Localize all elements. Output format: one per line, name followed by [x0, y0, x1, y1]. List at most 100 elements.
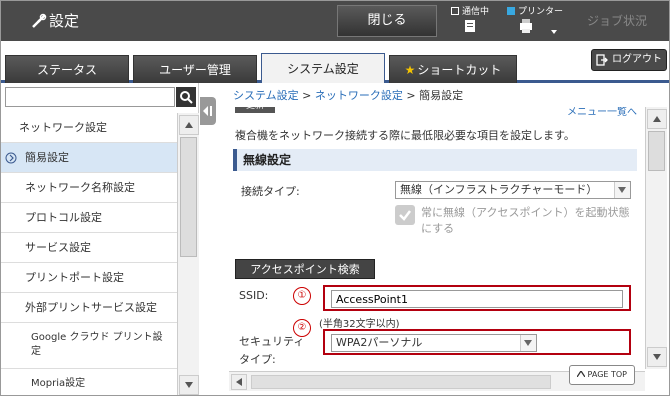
printer-status: プリンター	[503, 4, 565, 38]
printer-icon	[520, 19, 532, 33]
breadcrumb-current: 簡易設定	[419, 89, 464, 102]
connection-type-select[interactable]: 無線（インフラストラクチャーモード）	[395, 181, 631, 199]
sidebar-item-protocol[interactable]: プロトコル設定	[1, 203, 177, 233]
search-button[interactable]	[176, 87, 196, 107]
menu-list-link[interactable]: メニュー一覧へ	[567, 107, 637, 118]
security-highlight-box: WPA2パーソナル	[323, 329, 631, 355]
update-button[interactable]: 更新	[235, 107, 275, 113]
arrow-down-icon	[185, 382, 193, 388]
sidebar-scroll-thumb[interactable]	[180, 137, 197, 257]
sidebar-item-label: 外部プリントサービス設定	[25, 301, 157, 314]
scroll-down-button[interactable]	[179, 375, 199, 395]
breadcrumb-system-settings[interactable]: システム設定	[233, 89, 299, 102]
chevron-right-icon	[5, 152, 17, 164]
job-status-button[interactable]: ジョブ状況	[567, 5, 667, 37]
arrow-down-icon	[653, 354, 661, 360]
ssid-hint: (半角32文字以内)	[319, 319, 400, 330]
sidebar-item-network-settings[interactable]: ネットワーク設定	[1, 113, 177, 143]
logout-label: ログアウト	[612, 54, 662, 65]
security-type-value: WPA2パーソナル	[336, 336, 423, 349]
tab-bar: ステータス ユーザー管理 システム設定 ★ ショートカット ログアウト	[1, 41, 669, 83]
document-icon	[465, 20, 475, 32]
sidebar-collapse-handle[interactable]	[200, 97, 216, 125]
wrench-icon	[32, 13, 47, 28]
scroll-up-button[interactable]	[647, 109, 667, 129]
collapse-left-icon	[203, 106, 212, 116]
settings-window: 設定 閉じる 通信中 プリンター ジョブ状況 ステータス ユーザー管理 システム…	[0, 0, 670, 396]
ssid-callout-marker: ①	[293, 287, 311, 305]
sidebar-item-easy-settings[interactable]: 簡易設定	[1, 143, 177, 173]
page-top-button[interactable]: PAGE TOP	[569, 365, 635, 385]
sidebar-item-service[interactable]: サービス設定	[1, 233, 177, 263]
ssid-label: SSID:	[239, 289, 269, 302]
tab-user-management[interactable]: ユーザー管理	[133, 55, 257, 83]
sidebar-item-google-cloud-print[interactable]: Google クラウド プリント設定	[1, 323, 177, 369]
sidebar-item-label: サービス設定	[25, 241, 91, 254]
section-header-wireless: 無線設定	[233, 149, 637, 171]
ssid-highlight-box	[323, 285, 631, 311]
tab-system-settings[interactable]: システム設定	[261, 53, 385, 83]
communication-status: 通信中	[447, 4, 499, 38]
chevron-down-icon	[618, 187, 626, 193]
sidebar-item-label: 簡易設定	[25, 151, 69, 164]
arrow-left-icon	[236, 378, 242, 386]
connection-type-label: 接続タイプ:	[241, 185, 300, 198]
security-type-select[interactable]: WPA2パーソナル	[331, 334, 537, 352]
sidebar-item-label: ネットワーク名称設定	[25, 181, 135, 194]
content-area: 更新 メニュー一覧へ 複合機をネットワーク接続する際に最低限必要な項目を設定しま…	[229, 107, 643, 369]
dropdown-button[interactable]	[614, 182, 630, 198]
sidebar-item-label: プリントポート設定	[25, 271, 124, 284]
horizontal-scroll-thumb[interactable]	[251, 375, 551, 389]
sidebar-item-print-port[interactable]: プリントポート設定	[1, 263, 177, 293]
page-description: 複合機をネットワーク接続する際に最低限必要な項目を設定します。	[235, 129, 575, 142]
security-type-label: セキュリティタイプ:	[239, 335, 305, 366]
printer-indicator-icon	[507, 7, 515, 15]
dropdown-button[interactable]	[520, 335, 536, 351]
tab-status[interactable]: ステータス	[5, 55, 129, 83]
content-vertical-scrollbar[interactable]	[645, 107, 667, 369]
scroll-left-button[interactable]	[231, 374, 247, 390]
close-button[interactable]: 閉じる	[337, 5, 437, 37]
printer-label: プリンター	[518, 7, 564, 17]
content-scroll-thumb[interactable]	[648, 131, 665, 171]
app-title-text: 設定	[49, 12, 80, 30]
arrow-up-icon	[653, 116, 661, 122]
sidebar-item-label: ネットワーク設定	[19, 121, 107, 134]
sidebar-search-input[interactable]	[5, 87, 175, 107]
arrow-up-icon	[185, 122, 193, 128]
access-point-search-button[interactable]: アクセスポイント検索	[235, 259, 375, 279]
connection-type-value: 無線（インフラストラクチャーモード）	[400, 183, 598, 196]
checkmark-icon	[399, 210, 411, 221]
ssid-input[interactable]	[331, 290, 623, 308]
sidebar-item-network-name[interactable]: ネットワーク名称設定	[1, 173, 177, 203]
scroll-down-button[interactable]	[647, 347, 667, 367]
breadcrumb-separator: >	[402, 89, 420, 102]
ap-always-on-label: 常に無線（アクセスポイント）を起動状態にする	[421, 206, 630, 235]
comm-indicator-icon	[451, 7, 459, 15]
breadcrumb-network-settings[interactable]: ネットワーク設定	[315, 89, 403, 102]
sidebar-item-mopria[interactable]: Mopria設定	[1, 369, 177, 395]
comm-label: 通信中	[462, 7, 490, 17]
sidebar-item-label: プロトコル設定	[25, 211, 102, 224]
sidebar-item-label: Google クラウド プリント設定	[31, 332, 163, 357]
star-icon: ★	[404, 63, 416, 77]
sidebar-scrollbar[interactable]	[177, 113, 199, 395]
sidebar-list: ネットワーク設定 簡易設定 ネットワーク名称設定 プロトコル設定 サービス設定 …	[1, 113, 177, 395]
app-title: 設定	[27, 9, 147, 33]
logout-icon	[596, 54, 608, 66]
dropdown-arrow-icon[interactable]	[551, 30, 557, 34]
scroll-up-button[interactable]	[179, 115, 199, 135]
sidebar-item-external-print[interactable]: 外部プリントサービス設定	[1, 293, 177, 323]
tab-shortcut-label: ショートカット	[417, 63, 502, 77]
chevron-down-icon	[524, 340, 532, 346]
search-icon	[180, 91, 193, 104]
breadcrumb-separator: >	[298, 89, 315, 102]
tab-shortcut[interactable]: ★ ショートカット	[389, 55, 517, 83]
sidebar-item-label: Mopria設定	[31, 378, 86, 389]
logout-button[interactable]: ログアウト	[591, 49, 667, 71]
ap-always-on-checkbox[interactable]	[395, 205, 415, 225]
sidebar: ネットワーク設定 簡易設定 ネットワーク名称設定 プロトコル設定 サービス設定 …	[1, 83, 199, 395]
chevron-up-icon	[576, 369, 586, 378]
breadcrumb: システム設定 > ネットワーク設定 > 簡易設定	[233, 87, 463, 105]
top-bar: 設定 閉じる 通信中 プリンター ジョブ状況	[1, 1, 669, 41]
